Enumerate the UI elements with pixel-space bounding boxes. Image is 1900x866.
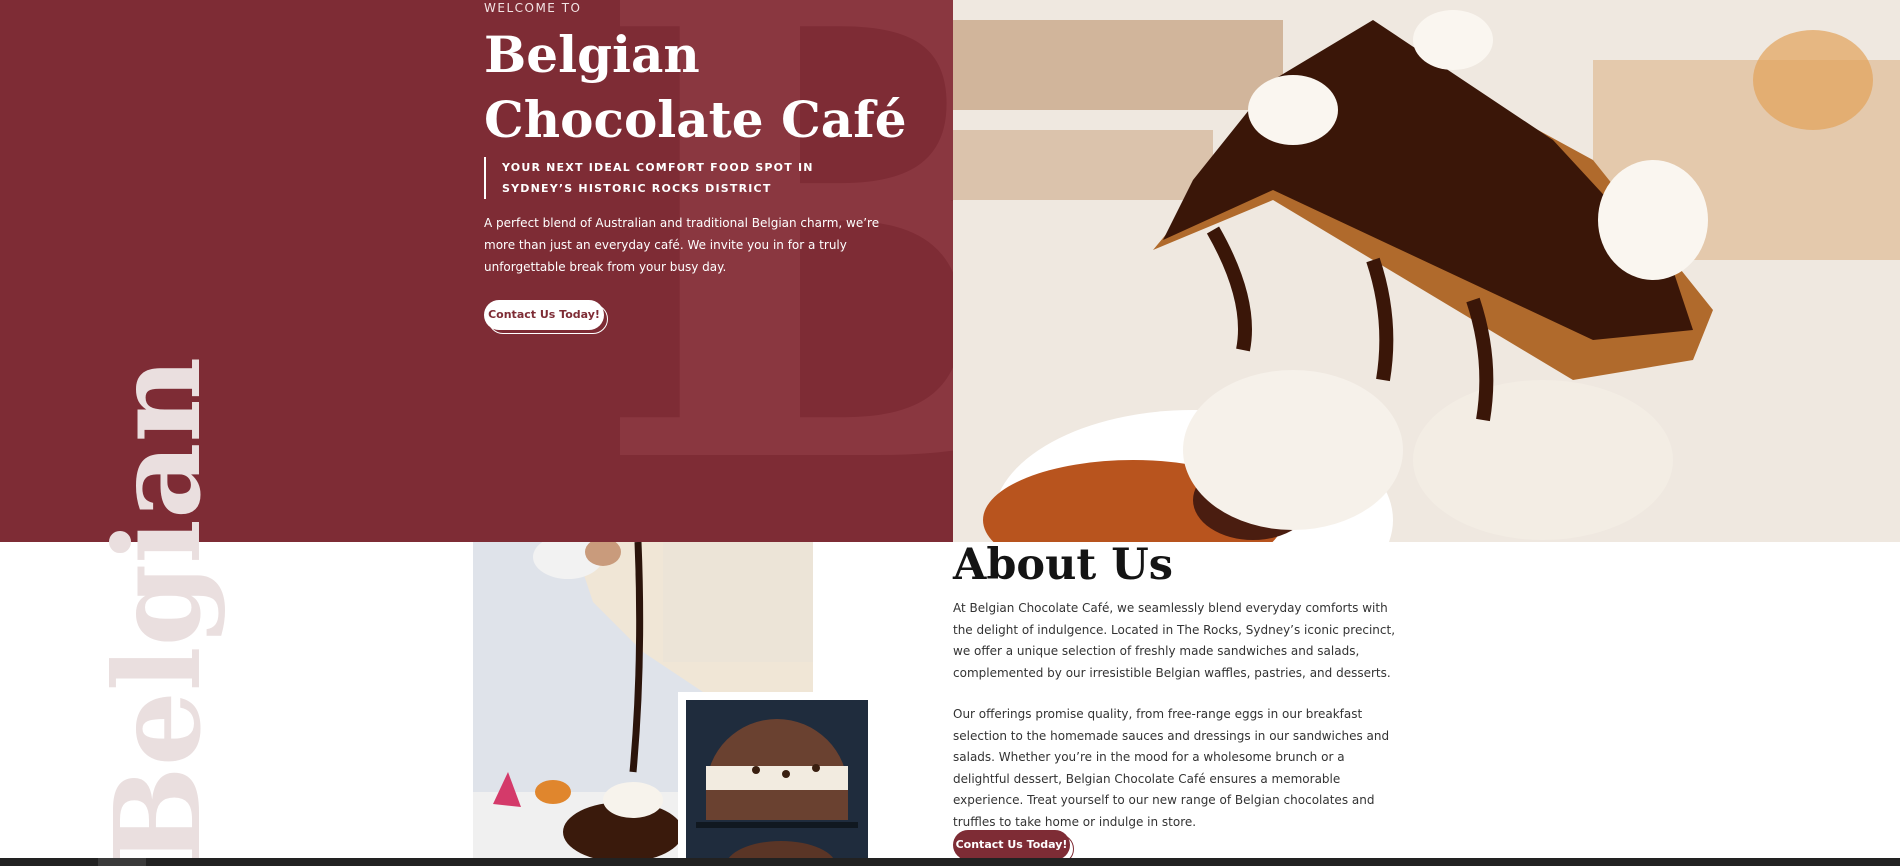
about-title: About Us xyxy=(953,540,1173,590)
welcome-label: WELCOME TO xyxy=(484,1,582,15)
about-paragraph-2: Our offerings promise quality, from free… xyxy=(953,707,1390,829)
hero-contact-button[interactable]: Contact Us Today! xyxy=(484,300,604,330)
hero-title: Belgian Chocolate Café xyxy=(484,25,907,149)
hero-dessert-image xyxy=(953,0,1900,542)
about-contact-button-wrap: Contact Us Today! xyxy=(953,830,1074,864)
decorative-word-belgian: Belgian xyxy=(88,356,227,866)
taskbar-item[interactable] xyxy=(98,858,146,866)
hero-tagline: YOUR NEXT IDEAL COMFORT FOOD SPOT IN SYD… xyxy=(484,157,872,199)
cake-photo xyxy=(686,700,868,866)
hero-description: A perfect blend of Australian and tradit… xyxy=(484,216,880,274)
about-cake-image xyxy=(678,692,876,866)
bottom-taskbar xyxy=(0,858,1900,866)
waffle-chocolate-illustration xyxy=(953,0,1900,542)
mousse-cake-illustration xyxy=(686,700,868,866)
decorative-word-chocolate: Chocolate xyxy=(1880,206,1900,866)
hero-contact-button-wrap: Contact Us Today! xyxy=(484,300,608,334)
about-contact-button[interactable]: Contact Us Today! xyxy=(953,830,1070,860)
hero-section: B WELCOME TO Belgian Chocolate Café YOUR… xyxy=(0,0,1900,542)
about-paragraph-1: At Belgian Chocolate Café, we seamlessly… xyxy=(953,601,1396,680)
